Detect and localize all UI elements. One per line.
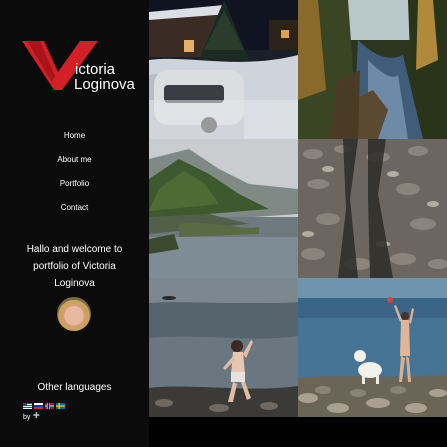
credit-mark-icon[interactable]: ✚ xyxy=(33,411,40,420)
welcome-text: Hallo and welcome to portfolio of Victor… xyxy=(26,244,123,289)
sidebar: ictoria Loginova Home About me Portfolio… xyxy=(0,0,149,447)
photo-girl-with-dog[interactable] xyxy=(298,278,447,417)
sweden-flag-icon[interactable] xyxy=(56,403,65,409)
russia-flag-icon[interactable] xyxy=(34,403,43,409)
credit-by: by xyxy=(23,414,31,421)
nav-home[interactable]: Home xyxy=(0,129,149,153)
photo-snowy-cabin[interactable] xyxy=(149,0,298,139)
photo-shadows-on-stones[interactable] xyxy=(298,139,447,278)
photo-gallery xyxy=(149,0,447,417)
other-languages-heading: Other languages xyxy=(37,382,112,393)
avatar xyxy=(57,297,91,331)
photo-fjord-mountains[interactable] xyxy=(149,139,298,278)
nav-contact[interactable]: Contact xyxy=(0,201,149,225)
nav-portfolio[interactable]: Portfolio xyxy=(0,177,149,201)
site-logo[interactable]: ictoria Loginova xyxy=(22,38,142,94)
bottom-strip xyxy=(149,417,447,447)
usa-flag-icon[interactable] xyxy=(23,403,32,409)
photo-child-on-beach[interactable] xyxy=(149,278,298,417)
nav-about-me[interactable]: About me xyxy=(0,153,149,177)
photo-forest-river[interactable] xyxy=(298,0,447,139)
logo-text-line2: Loginova xyxy=(74,76,135,93)
language-flags xyxy=(23,403,65,411)
main-nav: Home About me Portfolio Contact xyxy=(0,129,149,225)
norway-flag-icon[interactable] xyxy=(45,403,54,409)
